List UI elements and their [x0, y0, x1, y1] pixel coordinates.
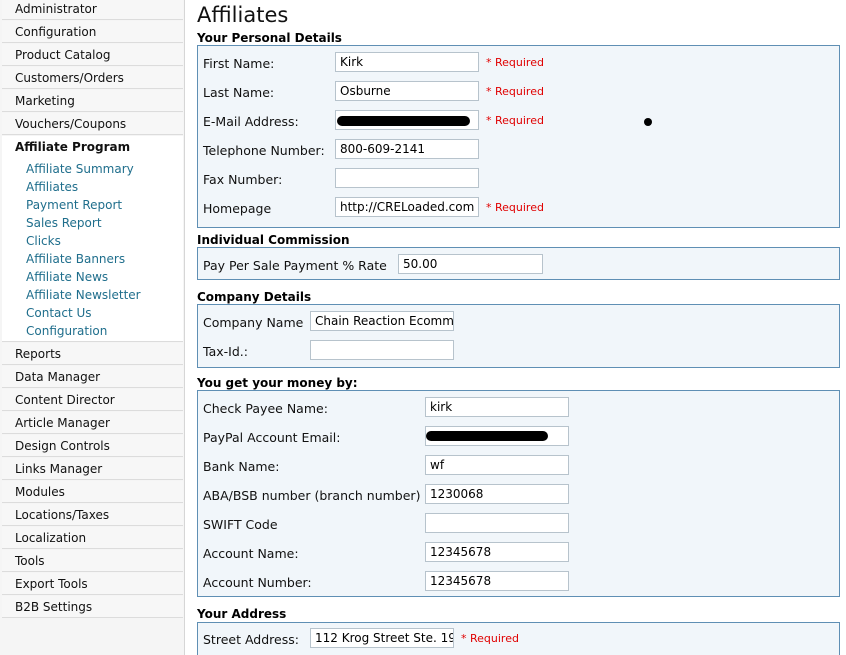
commission-heading: Individual Commission — [197, 233, 350, 247]
nav-marketing[interactable]: Marketing — [2, 90, 183, 112]
paypal-label: PayPal Account Email: — [203, 430, 341, 445]
subnav-payment-report[interactable]: Payment Report — [26, 197, 122, 213]
email-label: E-Mail Address: — [203, 114, 299, 129]
account-number-field[interactable]: 12345678 — [425, 571, 569, 591]
nav-tools[interactable]: Tools — [2, 550, 183, 572]
subnav-affiliate-news[interactable]: Affiliate News — [26, 269, 108, 285]
nav-vouchers-coupons[interactable]: Vouchers/Coupons — [2, 113, 183, 135]
page-title: Affiliates — [197, 3, 289, 27]
subnav-affiliate-summary[interactable]: Affiliate Summary — [26, 161, 134, 177]
subnav-clicks[interactable]: Clicks — [26, 233, 61, 249]
account-number-label: Account Number: — [203, 575, 312, 590]
tax-id-label: Tax-Id.: — [203, 344, 248, 359]
street-address-field[interactable]: 112 Krog Street Ste. 19 — [310, 628, 454, 648]
homepage-label: Homepage — [203, 201, 272, 216]
nav-article-manager[interactable]: Article Manager — [2, 412, 183, 434]
last-name-field[interactable]: Osburne — [335, 81, 479, 101]
last-name-required: * Required — [486, 85, 544, 98]
nav-data-manager[interactable]: Data Manager — [2, 366, 183, 388]
nav-configuration[interactable]: Configuration — [2, 21, 183, 43]
nav-design-controls[interactable]: Design Controls — [2, 435, 183, 457]
tax-id-field[interactable] — [310, 340, 454, 360]
personal-details-box: First Name: Kirk * Required Last Name: O… — [197, 45, 840, 228]
nav-export-tools[interactable]: Export Tools — [2, 573, 183, 595]
commission-box: Pay Per Sale Payment % Rate 50.00 — [197, 247, 840, 280]
first-name-required: * Required — [486, 56, 544, 69]
swift-field[interactable] — [425, 513, 569, 533]
telephone-field[interactable]: 800-609-2141 — [335, 139, 479, 159]
first-name-label: First Name: — [203, 56, 275, 71]
company-heading: Company Details — [197, 290, 312, 304]
payment-box: Check Payee Name: kirk PayPal Account Em… — [197, 390, 840, 597]
address-box: Street Address: 112 Krog Street Ste. 19 … — [197, 622, 840, 655]
bank-name-label: Bank Name: — [203, 459, 280, 474]
pps-rate-label: Pay Per Sale Payment % Rate — [203, 258, 387, 273]
nav-customers-orders[interactable]: Customers/Orders — [2, 67, 183, 89]
stray-dot — [644, 118, 652, 126]
telephone-label: Telephone Number: — [203, 143, 325, 158]
company-name-field[interactable]: Chain Reaction Ecomme — [310, 311, 454, 331]
affiliate-subnav: Affiliate Summary Affiliates Payment Rep… — [2, 157, 183, 342]
payee-field[interactable]: kirk — [425, 397, 569, 417]
payee-label: Check Payee Name: — [203, 401, 328, 416]
subnav-contact-us[interactable]: Contact Us — [26, 305, 92, 321]
first-name-field[interactable]: Kirk — [335, 52, 479, 72]
swift-label: SWIFT Code — [203, 517, 278, 532]
email-required: * Required — [486, 114, 544, 127]
company-box: Company Name Chain Reaction Ecomme Tax-I… — [197, 304, 840, 368]
account-name-field[interactable]: 12345678 — [425, 542, 569, 562]
subnav-affiliate-newsletter[interactable]: Affiliate Newsletter — [26, 287, 141, 303]
email-redaction — [337, 116, 470, 126]
nav-administrator[interactable]: Administrator — [2, 0, 183, 20]
fax-label: Fax Number: — [203, 172, 283, 187]
address-heading: Your Address — [197, 607, 287, 621]
personal-details-heading: Your Personal Details — [197, 31, 342, 45]
nav-localization[interactable]: Localization — [2, 527, 183, 549]
nav-b2b-settings[interactable]: B2B Settings — [2, 596, 183, 618]
company-name-label: Company Name — [203, 315, 304, 330]
fax-field[interactable] — [335, 168, 479, 188]
subnav-affiliates[interactable]: Affiliates — [26, 179, 78, 195]
street-address-required: * Required — [461, 632, 519, 645]
nav-content-director[interactable]: Content Director — [2, 389, 183, 411]
nav-links-manager[interactable]: Links Manager — [2, 458, 183, 480]
last-name-label: Last Name: — [203, 85, 275, 100]
paypal-redaction — [426, 431, 548, 441]
homepage-required: * Required — [486, 201, 544, 214]
subnav-affiliate-banners[interactable]: Affiliate Banners — [26, 251, 125, 267]
homepage-field[interactable]: http://CRELoaded.com — [335, 197, 479, 217]
subnav-sales-report[interactable]: Sales Report — [26, 215, 102, 231]
subnav-configuration[interactable]: Configuration — [26, 323, 107, 339]
aba-label: ABA/BSB number (branch number) — [203, 488, 421, 503]
bank-name-field[interactable]: wf — [425, 455, 569, 475]
sidebar: Administrator Configuration Product Cata… — [0, 0, 185, 655]
street-address-label: Street Address: — [203, 632, 299, 647]
pps-rate-field[interactable]: 50.00 — [398, 254, 543, 274]
aba-field[interactable]: 1230068 — [425, 484, 569, 504]
payment-heading: You get your money by: — [197, 376, 358, 390]
nav-reports[interactable]: Reports — [2, 343, 183, 365]
nav-product-catalog[interactable]: Product Catalog — [2, 44, 183, 66]
account-name-label: Account Name: — [203, 546, 299, 561]
nav-modules[interactable]: Modules — [2, 481, 183, 503]
nav-locations-taxes[interactable]: Locations/Taxes — [2, 504, 183, 526]
nav-affiliate-program[interactable]: Affiliate Program — [2, 136, 183, 158]
